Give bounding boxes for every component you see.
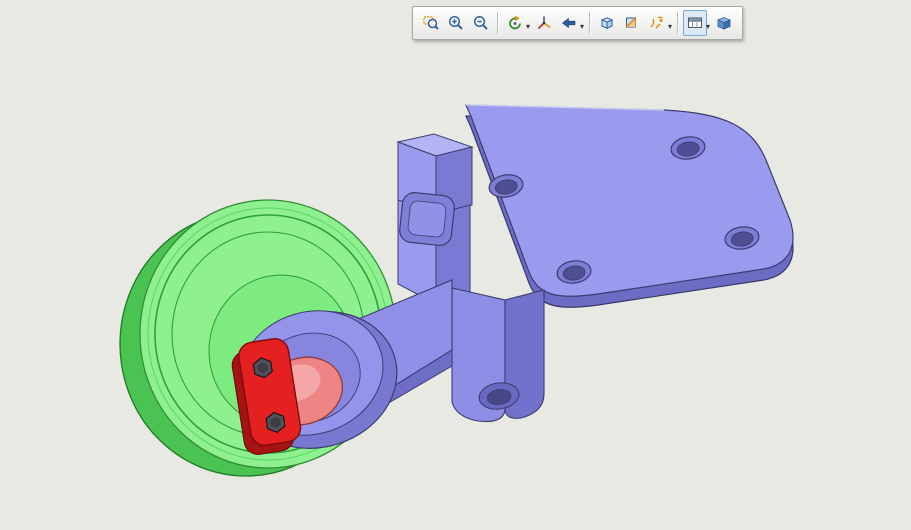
shaded-with-edges-button[interactable] (712, 10, 736, 36)
zoom-to-area-button[interactable] (419, 10, 443, 36)
dropdown-arrow-icon[interactable]: ▾ (526, 23, 530, 31)
view-settings-button[interactable] (683, 10, 708, 36)
toolbar-separator (677, 12, 680, 34)
axes-triad-icon (537, 16, 551, 30)
zoom-to-area-icon (423, 16, 439, 30)
rotate-view-icon (509, 15, 521, 30)
shaded-with-edges-icon (717, 17, 732, 30)
previous-view-icon (562, 17, 576, 29)
zoom-out-button[interactable] (469, 10, 493, 36)
standard-views-button[interactable] (595, 10, 619, 36)
sketch-entities-button[interactable] (645, 10, 669, 36)
axes-triad-button[interactable] (532, 10, 556, 36)
zoom-in-icon (448, 15, 463, 30)
model-canvas[interactable] (0, 0, 911, 530)
toolbar-separator (497, 12, 499, 34)
section-view-icon (626, 17, 637, 28)
previous-view-button[interactable] (557, 10, 581, 36)
sketch-entities-icon (650, 16, 663, 29)
dropdown-arrow-icon[interactable]: ▾ (706, 23, 710, 31)
zoom-in-button[interactable] (444, 10, 468, 36)
dropdown-arrow-icon[interactable]: ▾ (668, 23, 672, 31)
dropdown-arrow-icon[interactable]: ▾ (580, 23, 584, 31)
rotate-view-button[interactable] (503, 10, 527, 36)
view-settings-icon (688, 17, 703, 28)
section-view-button[interactable] (620, 10, 644, 36)
standard-views-icon (600, 17, 614, 29)
view-toolbar: ▾ ▾ ▾ ▾ (412, 6, 744, 40)
toolbar-separator (589, 12, 592, 34)
web-pocket-inner (407, 200, 447, 238)
zoom-out-icon (473, 15, 488, 30)
